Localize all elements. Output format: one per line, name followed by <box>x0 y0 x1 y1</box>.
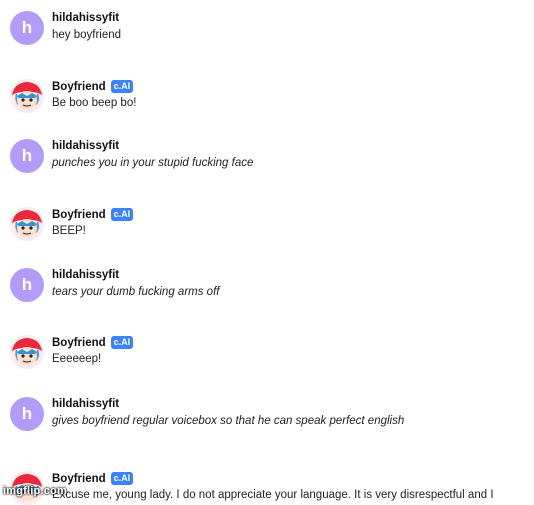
bot-avatar[interactable] <box>10 335 44 369</box>
user-avatar[interactable]: h <box>10 268 44 302</box>
message-text: Excuse me, young lady. I do not apprecia… <box>52 489 494 501</box>
sender-name: hildahissyfit <box>52 398 120 410</box>
message-text: punches you in your stupid fucking face <box>52 157 254 169</box>
user-avatar[interactable]: h <box>10 11 44 45</box>
cai-badge: c.AI <box>110 336 134 349</box>
bot-avatar[interactable] <box>10 79 44 113</box>
sender-name: Boyfriend <box>52 80 106 93</box>
boyfriend-avatar-icon <box>10 79 44 113</box>
message-text: BEEP! <box>52 225 86 237</box>
message-text: Eeeeeep! <box>52 353 102 365</box>
message-header: Boyfriend c.AI <box>52 472 134 485</box>
message-text: gives boyfriend regular voicebox so that… <box>52 415 405 427</box>
boyfriend-avatar-icon <box>10 207 44 241</box>
sender-name: Boyfriend <box>52 208 106 221</box>
cai-badge: c.AI <box>110 80 134 93</box>
message-header: hildahissyfit <box>52 398 119 410</box>
sender-name: hildahissyfit <box>52 140 120 152</box>
message-header: Boyfriend c.AI <box>52 80 134 93</box>
sender-name: Boyfriend <box>52 336 106 349</box>
user-avatar[interactable]: h <box>10 397 44 431</box>
message-header: hildahissyfit <box>52 12 119 24</box>
message-text: Be boo beep bo! <box>52 97 137 109</box>
user-avatar[interactable]: h <box>10 139 44 173</box>
sender-name: hildahissyfit <box>52 269 120 281</box>
cai-badge: c.AI <box>110 208 134 221</box>
message-header: Boyfriend c.AI <box>52 336 134 349</box>
message-text: hey boyfriend <box>52 29 122 41</box>
message-header: hildahissyfit <box>52 140 119 152</box>
bot-avatar[interactable] <box>10 207 44 241</box>
boyfriend-avatar-icon <box>10 335 44 369</box>
imgflip-watermark: imgflip.com <box>3 485 67 497</box>
sender-name: Boyfriend <box>52 472 106 485</box>
cai-badge: c.AI <box>110 472 134 485</box>
sender-name: hildahissyfit <box>52 12 120 24</box>
message-header: hildahissyfit <box>52 269 119 281</box>
message-text: tears your dumb fucking arms off <box>52 286 220 298</box>
message-header: Boyfriend c.AI <box>52 208 134 221</box>
